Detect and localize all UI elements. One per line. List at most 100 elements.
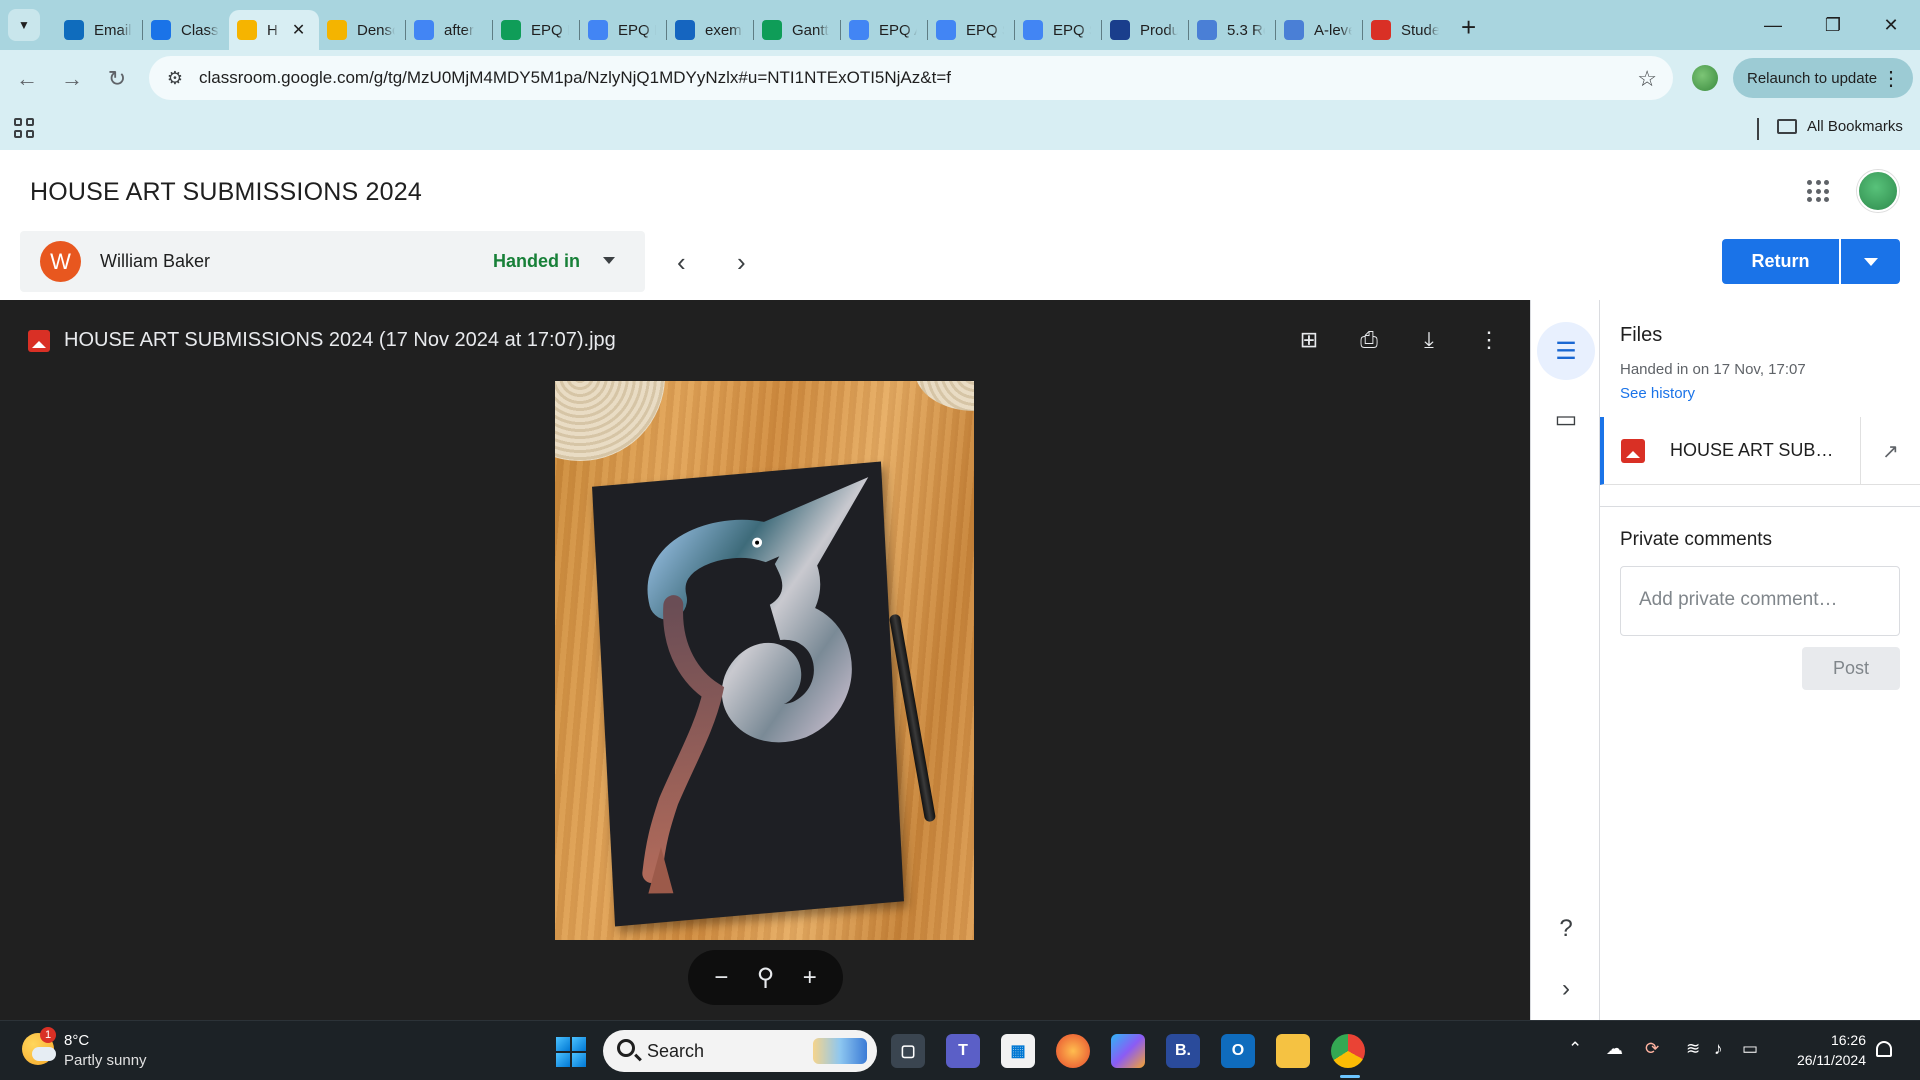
notification-bell-icon[interactable] <box>1876 1041 1892 1057</box>
search-highlight-image <box>813 1038 867 1064</box>
address-bar[interactable]: ⚙ classroom.google.com/g/tg/MzU0MjM4MDY5… <box>149 56 1673 100</box>
sync-icon[interactable]: ⟳ <box>1645 1039 1659 1059</box>
attached-file-name[interactable]: HOUSE ART SUBMISSIONS 2024 (17 Nov 2024 … <box>1670 440 1846 461</box>
menu-dots-icon[interactable]: ⋮ <box>1881 66 1901 91</box>
google-icon <box>414 20 434 40</box>
chevron-right-icon[interactable]: › <box>1537 960 1595 1018</box>
chevron-up-icon[interactable]: ⌃ <box>1568 1039 1582 1059</box>
tab-google[interactable]: after <box>406 10 492 50</box>
tab-docs[interactable]: EPQ A <box>841 10 927 50</box>
battery-icon[interactable]: ▭ <box>1742 1039 1758 1059</box>
start-icon[interactable] <box>556 1037 586 1067</box>
restore-button[interactable]: ❐ <box>1804 0 1862 50</box>
file-explorer-icon[interactable] <box>1276 1034 1310 1068</box>
close-tab-icon[interactable]: ✕ <box>292 20 305 40</box>
tab-sheets[interactable]: EPQ P <box>493 10 579 50</box>
print-icon[interactable]: ⎙ <box>1351 322 1387 358</box>
taskbar-search[interactable]: Search <box>603 1030 877 1072</box>
classroom-header: HOUSE ART SUBMISSIONS 2024 W William Bak… <box>0 150 1920 300</box>
search-placeholder: Search <box>647 1040 705 1061</box>
reload-button[interactable]: ↻ <box>100 62 134 96</box>
close-window-button[interactable]: ✕ <box>1862 0 1920 50</box>
tab-docs[interactable]: EPQ S <box>928 10 1014 50</box>
tab-sheets[interactable]: Gantt <box>754 10 840 50</box>
comments-tab-icon[interactable]: ▭ <box>1537 390 1595 448</box>
relaunch-button[interactable]: Relaunch to update ⋮ <box>1733 58 1913 98</box>
relaunch-label: Relaunch to update <box>1747 69 1878 87</box>
tab-pinterest[interactable]: exemp <box>667 10 753 50</box>
tab-classroom[interactable]: Classr <box>143 10 229 50</box>
tab-slides[interactable]: Densc <box>319 10 405 50</box>
collage-artwork <box>642 477 869 894</box>
new-tab-button[interactable]: + <box>1461 12 1476 43</box>
add-comment-icon[interactable]: ⊞ <box>1291 322 1327 358</box>
apps-icon[interactable] <box>14 118 34 138</box>
zoom-in-button[interactable]: + <box>803 964 817 992</box>
bookmark-star-icon[interactable]: ☆ <box>1637 66 1657 92</box>
active-app-indicator <box>1340 1075 1360 1078</box>
onedrive-icon[interactable]: ☁ <box>1606 1039 1623 1059</box>
back-button[interactable]: ← <box>10 62 44 96</box>
task-view-icon[interactable]: ▢ <box>891 1034 925 1068</box>
tab-label: Classr <box>181 21 219 39</box>
return-options-button[interactable] <box>1841 239 1900 284</box>
files-tab-icon[interactable]: ☰ <box>1537 322 1595 380</box>
zoom-out-button[interactable]: − <box>714 964 728 992</box>
more-options-icon[interactable]: ⋮ <box>1471 322 1507 358</box>
open-in-new-icon[interactable]: ↗ <box>1860 417 1920 485</box>
next-student-button[interactable]: › <box>737 247 746 278</box>
profile-avatar[interactable] <box>1692 65 1718 91</box>
clock-time[interactable]: 16:26 <box>1826 1032 1866 1048</box>
tab-label: 5.3 Re <box>1227 21 1265 39</box>
tab-w[interactable]: A-leve <box>1276 10 1362 50</box>
attached-file[interactable]: HOUSE ART SUBMISSIONS 2024 (17 Nov 2024 … <box>1600 417 1920 485</box>
chrome-icon[interactable] <box>1331 1034 1365 1068</box>
wifi-icon[interactable]: ≋ <box>1686 1039 1700 1059</box>
tab-outlook[interactable]: Email <box>56 10 142 50</box>
screen: ▼ Email Classr H✕DenscafterEPQ P EPQ E exemp… <box>0 0 1920 1080</box>
submission-image[interactable] <box>555 381 974 940</box>
volume-icon[interactable]: ♪ <box>1714 1039 1723 1059</box>
store-icon[interactable]: ▦ <box>1001 1034 1035 1068</box>
weather-description[interactable]: Partly sunny <box>64 1052 147 1069</box>
outlook-icon[interactable]: O <box>1221 1034 1255 1068</box>
teams-icon[interactable]: T <box>946 1034 980 1068</box>
tab-search-button[interactable]: ▼ <box>8 9 40 41</box>
return-button[interactable]: Return <box>1722 239 1839 284</box>
tab-quizlet[interactable]: Produ <box>1102 10 1188 50</box>
site-info-icon[interactable]: ⚙ <box>155 68 195 89</box>
see-history-link[interactable]: See history <box>1620 385 1695 402</box>
help-icon[interactable]: ? <box>1537 900 1595 958</box>
tab-w[interactable]: 5.3 Re <box>1189 10 1275 50</box>
student-selector[interactable]: W William Baker Handed in <box>20 231 645 292</box>
tab-strip: ▼ Email Classr H✕DenscafterEPQ P EPQ E exemp… <box>0 0 1920 50</box>
clock-date[interactable]: 26/11/2024 <box>1786 1052 1866 1068</box>
temperature[interactable]: 8°C <box>64 1032 89 1049</box>
tab-classroom-grade[interactable]: H ✕ <box>229 10 319 50</box>
docs-icon <box>849 20 869 40</box>
zoom-controls: − ⚲ + <box>688 950 843 1005</box>
all-bookmarks-button[interactable]: All Bookmarks <box>1777 118 1903 135</box>
tab-label: Gantt <box>792 21 829 39</box>
url-text[interactable]: classroom.google.com/g/tg/MzU0MjM4MDY5M1… <box>199 68 951 88</box>
tab-label: EPQ E <box>618 21 656 39</box>
viewer-filename: HOUSE ART SUBMISSIONS 2024 (17 Nov 2024 … <box>64 329 616 351</box>
google-apps-icon[interactable] <box>1807 180 1829 202</box>
minimize-button[interactable]: — <box>1744 0 1802 50</box>
tab-app[interactable]: Stude <box>1363 10 1449 50</box>
forward-button[interactable]: → <box>55 62 89 96</box>
tab-docs[interactable]: EPQ S <box>1015 10 1101 50</box>
private-comment-input[interactable]: Add private comment… <box>1620 566 1900 636</box>
firefox-icon[interactable] <box>1056 1034 1090 1068</box>
chevron-down-icon[interactable] <box>603 257 615 264</box>
zoom-reset-icon[interactable]: ⚲ <box>757 963 775 992</box>
private-comments-heading: Private comments <box>1620 529 1773 550</box>
previous-student-button[interactable]: ‹ <box>677 247 686 278</box>
tab-docs[interactable]: EPQ E <box>580 10 666 50</box>
copilot-icon[interactable] <box>1111 1034 1145 1068</box>
b-app-icon[interactable]: B. <box>1166 1034 1200 1068</box>
all-bookmarks-label: All Bookmarks <box>1807 118 1903 135</box>
download-icon[interactable]: ⤓ <box>1411 322 1447 358</box>
post-button[interactable]: Post <box>1802 647 1900 690</box>
account-avatar[interactable] <box>1857 170 1899 212</box>
